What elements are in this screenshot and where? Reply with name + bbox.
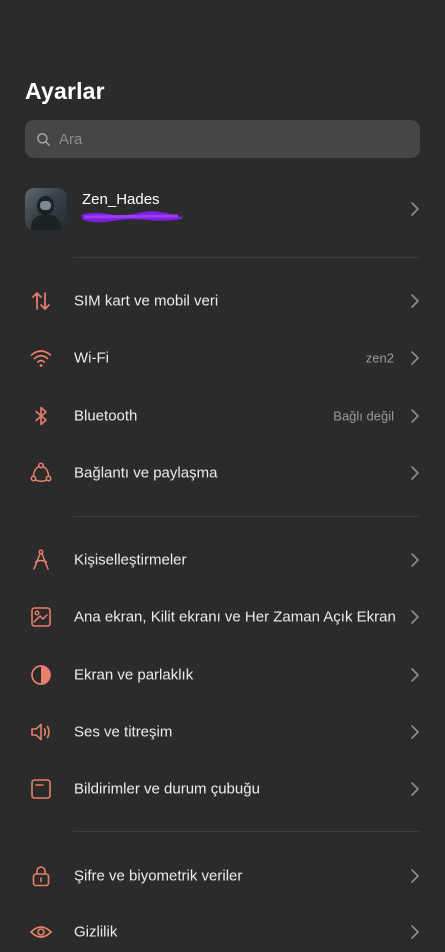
setting-label: Bildirimler ve durum çubuğu: [74, 780, 260, 798]
setting-label: Ekran ve parlaklık: [74, 666, 194, 684]
setting-personalization[interactable]: Kişiselleştirmeler: [0, 540, 445, 580]
divider: [73, 516, 419, 517]
chevron-right-icon: [411, 466, 419, 480]
profile-row[interactable]: Zen_Hades: [25, 186, 420, 232]
display-brightness-icon: [31, 665, 51, 685]
setting-connection-sharing[interactable]: Bağlantı ve paylaşma: [0, 453, 445, 493]
chevron-right-icon: [411, 553, 419, 567]
divider: [73, 831, 419, 832]
setting-label: Gizlilik: [74, 923, 118, 941]
chevron-right-icon: [411, 782, 419, 796]
setting-label: Bağlantı ve paylaşma: [74, 464, 218, 482]
chevron-right-icon: [411, 409, 419, 423]
chevron-right-icon: [411, 925, 419, 939]
setting-label: Şifre ve biyometrik veriler: [74, 867, 243, 885]
setting-label: Ses ve titreşim: [74, 723, 173, 741]
chevron-right-icon: [411, 351, 419, 365]
setting-label: Ana ekran, Kilit ekranı ve Her Zaman Açı…: [74, 608, 396, 626]
chevron-right-icon: [411, 610, 419, 624]
setting-label: SIM kart ve mobil veri: [74, 292, 219, 310]
chevron-right-icon: [411, 725, 419, 739]
setting-home-lock-aod[interactable]: Ana ekran, Kilit ekranı ve Her Zaman Açı…: [0, 597, 445, 637]
setting-privacy[interactable]: Gizlilik: [0, 912, 445, 952]
setting-label: Wi-Fi: [74, 349, 109, 367]
bluetooth-icon: [35, 406, 47, 426]
sim-data-icon: [32, 292, 50, 310]
home-screen-icon: [31, 607, 51, 627]
chevron-right-icon: [411, 668, 419, 682]
wifi-icon: [30, 350, 52, 367]
notifications-status-bar-icon: [31, 779, 51, 799]
setting-label: Bluetooth: [74, 407, 138, 425]
search-input[interactable]: Ara: [25, 120, 420, 158]
chevron-right-icon: [411, 294, 419, 308]
setting-wifi[interactable]: Wi-Fi zen2: [0, 338, 445, 378]
divider: [73, 257, 419, 258]
avatar: [25, 188, 67, 230]
setting-notifications-status-bar[interactable]: Bildirimler ve durum çubuğu: [0, 769, 445, 809]
redaction-scribble: [81, 211, 184, 223]
search-placeholder: Ara: [59, 130, 83, 148]
setting-sound-vibration[interactable]: Ses ve titreşim: [0, 712, 445, 752]
setting-sim-mobile-data[interactable]: SIM kart ve mobil veri: [0, 281, 445, 321]
setting-label: Kişiselleştirmeler: [74, 551, 187, 569]
privacy-eye-icon: [29, 926, 53, 938]
setting-bluetooth[interactable]: Bluetooth Bağlı değil: [0, 396, 445, 436]
connection-sharing-icon: [30, 462, 52, 483]
setting-password-biometrics[interactable]: Şifre ve biyometrik veriler: [0, 856, 445, 896]
page-title: Ayarlar: [25, 78, 105, 104]
search-icon: [37, 132, 50, 146]
sound-vibration-icon: [31, 723, 50, 741]
setting-value: zen2: [365, 350, 394, 366]
personalization-icon: [33, 549, 49, 570]
lock-icon: [32, 866, 50, 887]
setting-value: Bağlı değil: [333, 408, 394, 424]
setting-display-brightness[interactable]: Ekran ve parlaklık: [0, 655, 445, 695]
chevron-right-icon: [411, 202, 419, 216]
chevron-right-icon: [411, 869, 419, 883]
profile-name: Zen_Hades: [82, 191, 160, 208]
